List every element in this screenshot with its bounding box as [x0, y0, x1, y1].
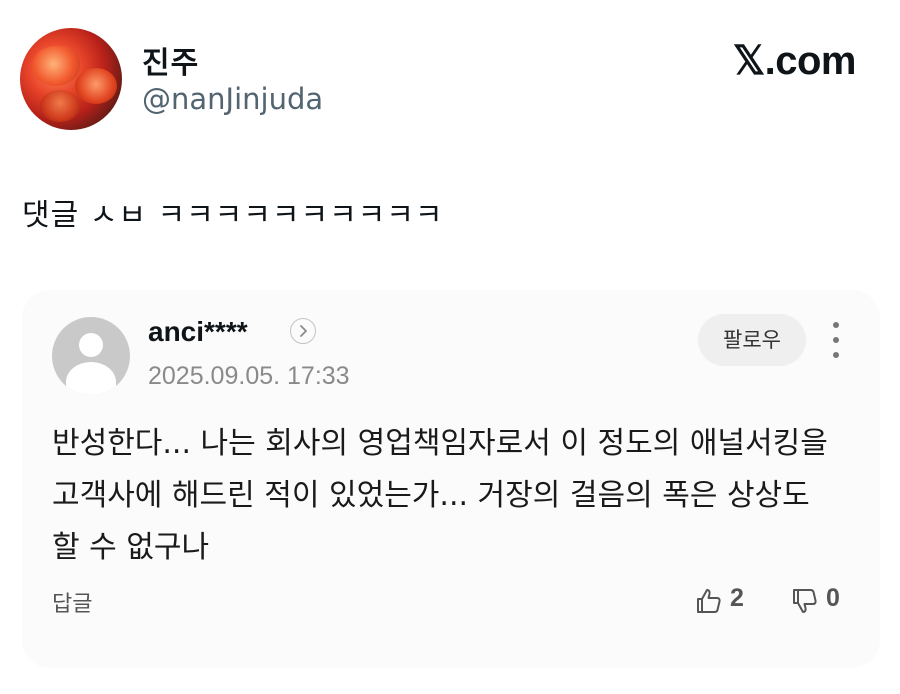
tweet-header: 진주 @nanJinjuda 𝕏.com [20, 28, 880, 132]
dot [833, 337, 839, 343]
more-options-icon[interactable] [824, 318, 848, 362]
avatar-head-shape [79, 333, 103, 357]
avatar-fish-shape [40, 90, 80, 122]
reply-button[interactable]: 답글 [52, 586, 92, 618]
like-count: 2 [730, 584, 744, 612]
avatar-fish-shape [75, 68, 117, 104]
avatar-fish-shape [32, 46, 80, 86]
dot [833, 322, 839, 328]
comment-body: 반성한다... 나는 회사의 영업책임자로서 이 정도의 애널서킹을 고객사에 … [52, 426, 828, 565]
chevron-right-icon-svg [300, 325, 307, 337]
chevron-right-icon[interactable] [290, 318, 316, 344]
dislike-count: 0 [826, 584, 840, 612]
commenter-avatar-icon[interactable] [52, 317, 130, 395]
avatar-body-shape [66, 362, 116, 395]
thumbs-up-icon [697, 589, 721, 613]
thumbs-down-icon [793, 589, 817, 613]
tweet-text: 댓글 ㅅㅂ ㅋㅋㅋㅋㅋㅋㅋㅋㅋㅋ [22, 198, 444, 233]
author-avatar[interactable] [20, 28, 122, 130]
comment-timestamp: 2025.09.05. 17:33 [148, 362, 350, 390]
commenter-username[interactable]: anci**** [148, 316, 248, 348]
author-handle[interactable]: @nanJinjuda [142, 82, 323, 116]
x-logo: 𝕏.com [732, 39, 857, 83]
dot [833, 352, 839, 358]
author-display-name[interactable]: 진주 [142, 38, 199, 82]
follow-button[interactable]: 팔로우 [698, 314, 806, 366]
comment-card: anci**** 2025.09.05. 17:33 팔로우 반성한다... 나… [22, 290, 880, 668]
